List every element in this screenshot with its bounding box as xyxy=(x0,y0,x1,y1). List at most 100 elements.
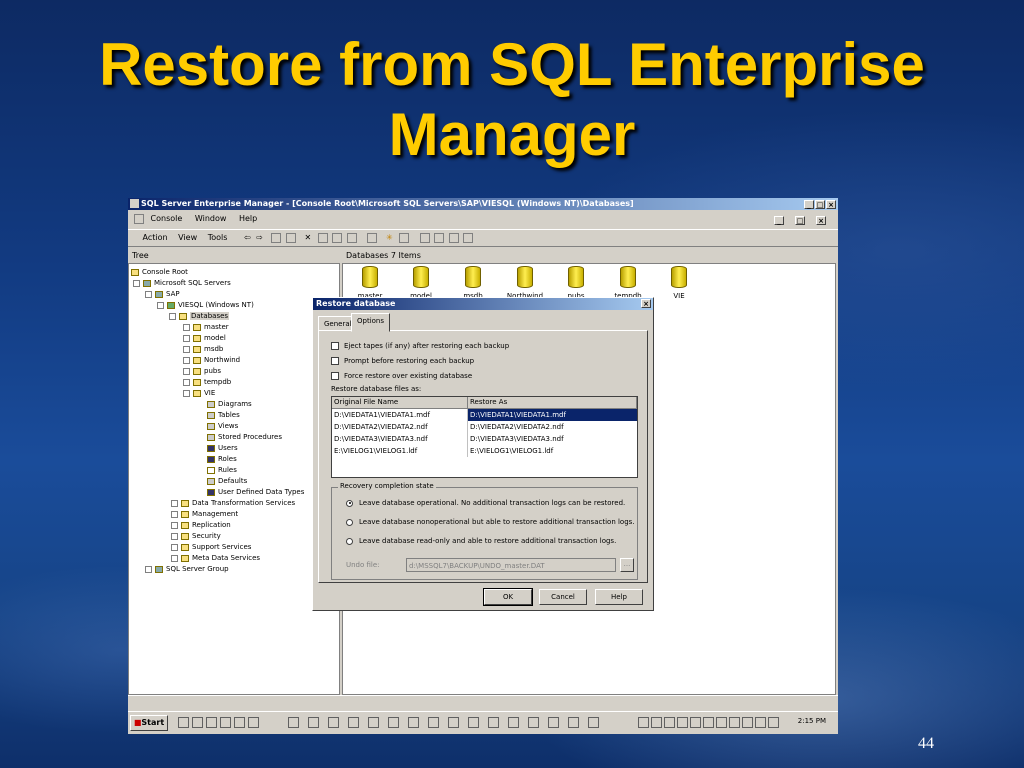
tree-item[interactable]: Databases xyxy=(169,311,230,322)
expand-icon[interactable] xyxy=(183,334,190,342)
query-analyzer-icon[interactable] xyxy=(463,233,474,243)
task-button-icon[interactable] xyxy=(548,717,559,728)
tree-item[interactable]: User Defined Data Types xyxy=(207,487,304,498)
tree-item[interactable]: VIE xyxy=(183,388,215,399)
tree-item[interactable]: Meta Data Services xyxy=(171,553,260,564)
task-button-icon[interactable] xyxy=(528,717,539,728)
tree-item[interactable]: Console Root xyxy=(131,267,188,278)
tree-item[interactable]: VIESQL (Windows NT) xyxy=(157,300,254,311)
properties-icon[interactable] xyxy=(317,233,328,243)
quick-launch-icon[interactable] xyxy=(234,717,245,728)
tree-item[interactable]: Management xyxy=(171,509,238,520)
tray-icon[interactable] xyxy=(651,717,662,728)
dialog-close-button[interactable]: × xyxy=(641,299,651,308)
task-button-icon[interactable] xyxy=(288,717,299,728)
ok-button[interactable]: OK xyxy=(483,588,533,606)
quick-launch-icon[interactable] xyxy=(248,717,259,728)
column-restore-as[interactable]: Restore As xyxy=(468,397,637,408)
expand-icon[interactable] xyxy=(183,345,190,353)
restore-as-cell[interactable]: E:\VIELOG1\VIELOG1.ldf xyxy=(468,445,637,457)
tree-item[interactable]: Diagrams xyxy=(207,399,252,410)
tree-item[interactable]: Views xyxy=(207,421,238,432)
task-button-icon[interactable] xyxy=(448,717,459,728)
expand-icon[interactable] xyxy=(171,543,178,551)
database-item[interactable]: VIE xyxy=(654,266,704,300)
tree-item[interactable]: Northwind xyxy=(183,355,240,366)
tree-item[interactable]: Tables xyxy=(207,410,240,421)
task-button-icon[interactable] xyxy=(368,717,379,728)
task-button-icon[interactable] xyxy=(428,717,439,728)
database-item[interactable]: model xyxy=(396,266,446,300)
database-item[interactable]: pubs xyxy=(551,266,601,300)
tray-icon[interactable] xyxy=(768,717,779,728)
collapse-icon[interactable] xyxy=(145,290,152,298)
tab-options[interactable]: Options xyxy=(351,313,391,332)
task-button-icon[interactable] xyxy=(388,717,399,728)
quick-launch-icon[interactable] xyxy=(192,717,203,728)
collapse-icon[interactable] xyxy=(183,389,190,397)
undo-file-browse-button[interactable]: ... xyxy=(620,558,634,572)
cancel-button[interactable]: Cancel xyxy=(539,589,587,605)
expand-icon[interactable] xyxy=(171,510,178,518)
restore-as-cell[interactable]: D:\VIEDATA3\VIEDATA3.ndf xyxy=(468,433,637,445)
collapse-icon[interactable] xyxy=(169,312,176,320)
expand-icon[interactable] xyxy=(183,356,190,364)
column-original-file-name[interactable]: Original File Name xyxy=(332,397,468,408)
maximize-button[interactable]: □ xyxy=(815,200,825,209)
expand-icon[interactable] xyxy=(171,554,178,562)
eject-tapes-checkbox[interactable]: Eject tapes (if any) after restoring eac… xyxy=(331,341,509,351)
undo-file-field[interactable]: d:\MSSQL7\BACKUP\UNDO_master.DAT xyxy=(406,558,616,572)
quick-launch-icon[interactable] xyxy=(178,717,189,728)
forward-icon[interactable]: ⇨ xyxy=(256,233,263,242)
table-row[interactable]: D:\VIEDATA1\VIEDATA1.mdf D:\VIEDATA1\VIE… xyxy=(332,409,637,421)
expand-icon[interactable] xyxy=(171,532,178,540)
tree-item[interactable]: Roles xyxy=(207,454,237,465)
recovery-nonoperational-radio[interactable]: Leave database nonoperational but able t… xyxy=(346,517,635,527)
table-row[interactable]: D:\VIEDATA2\VIEDATA2.ndf D:\VIEDATA2\VIE… xyxy=(332,421,637,433)
tray-icon[interactable] xyxy=(716,717,727,728)
table-row[interactable]: D:\VIEDATA3\VIEDATA3.ndf D:\VIEDATA3\VIE… xyxy=(332,433,637,445)
task-button-icon[interactable] xyxy=(308,717,319,728)
restore-as-cell[interactable]: D:\VIEDATA1\VIEDATA1.mdf xyxy=(468,409,637,421)
collapse-icon[interactable] xyxy=(133,279,140,287)
tree-item[interactable]: Security xyxy=(171,531,221,542)
expand-icon[interactable] xyxy=(171,521,178,529)
task-button-icon[interactable] xyxy=(588,717,599,728)
tree-item[interactable]: Stored Procedures xyxy=(207,432,282,443)
tree-item[interactable]: Support Services xyxy=(171,542,251,553)
database-item[interactable]: tempdb xyxy=(603,266,653,300)
task-button-icon[interactable] xyxy=(488,717,499,728)
expand-icon[interactable] xyxy=(183,378,190,386)
child-close-button[interactable]: × xyxy=(816,216,826,225)
tray-icon[interactable] xyxy=(729,717,740,728)
close-button[interactable]: × xyxy=(826,200,836,209)
expand-icon[interactable] xyxy=(145,565,152,573)
quick-launch-icon[interactable] xyxy=(220,717,231,728)
minimize-button[interactable]: _ xyxy=(804,200,814,209)
tray-icon[interactable] xyxy=(742,717,753,728)
tree-item[interactable]: Users xyxy=(207,443,238,454)
wizard-icon[interactable]: ✳ xyxy=(386,233,393,242)
refresh-icon[interactable] xyxy=(332,233,343,243)
clock[interactable]: 2:15 PM xyxy=(798,717,826,725)
tree-item[interactable]: Microsoft SQL Servers xyxy=(133,278,231,289)
tree-item[interactable]: pubs xyxy=(183,366,221,377)
new-login-icon[interactable] xyxy=(419,233,430,243)
tree-item[interactable]: model xyxy=(183,333,226,344)
up-folder-icon[interactable] xyxy=(271,233,282,243)
child-restore-button[interactable]: □ xyxy=(795,216,805,225)
back-icon[interactable]: ⇦ xyxy=(244,233,251,242)
start-button[interactable]: ■Start xyxy=(130,715,168,731)
tree-item[interactable]: msdb xyxy=(183,344,223,355)
menu-window[interactable]: Window xyxy=(195,214,227,223)
task-button-icon[interactable] xyxy=(348,717,359,728)
toolbar-action[interactable]: Action xyxy=(143,230,168,246)
new-job-icon[interactable] xyxy=(448,233,459,243)
tree-item[interactable]: SAP xyxy=(145,289,180,300)
help-icon[interactable] xyxy=(367,233,378,243)
task-button-icon[interactable] xyxy=(568,717,579,728)
database-item[interactable]: Northwind xyxy=(500,266,550,300)
new-database-icon[interactable] xyxy=(434,233,445,243)
expand-icon[interactable] xyxy=(183,323,190,331)
menu-console[interactable]: Console xyxy=(151,214,183,223)
